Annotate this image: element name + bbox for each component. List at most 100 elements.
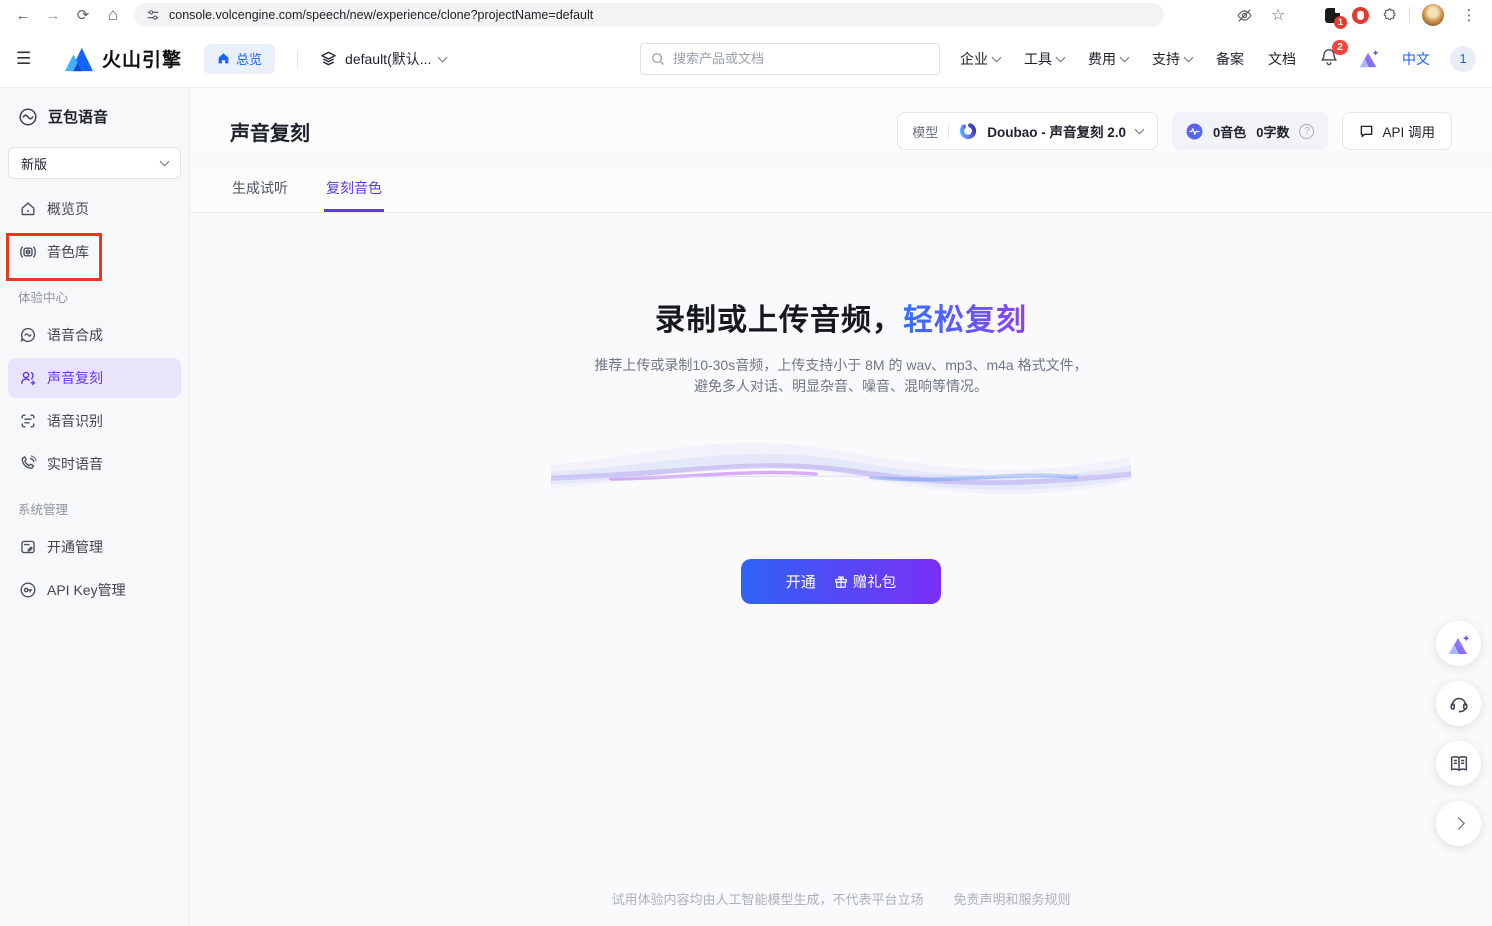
page-title: 声音复刻 — [230, 117, 310, 146]
search-input[interactable] — [673, 51, 929, 66]
product-title: 豆包语音 — [48, 106, 108, 127]
sidebar-item-voice-clone[interactable]: 声音复刻 — [8, 358, 181, 398]
quota-badge[interactable]: 0音色 0字数 ? — [1172, 112, 1328, 150]
headset-icon — [1448, 693, 1470, 715]
gift-icon — [834, 575, 848, 589]
project-name: default(默认... — [345, 49, 431, 69]
top-navigation: ☰ 火山引擎 总览 default(默认... — [0, 30, 1492, 88]
sidebar-item-api-key[interactable]: API Key管理 — [8, 570, 181, 610]
chevron-down-icon — [992, 52, 1002, 62]
api-call-button[interactable]: API 调用 — [1342, 112, 1452, 150]
chevron-down-icon — [1056, 52, 1066, 62]
main-content: 声音复刻 模型 Doubao - 声音 — [190, 88, 1492, 926]
asr-icon — [19, 412, 37, 430]
browser-back-icon[interactable]: ← — [10, 3, 36, 27]
hero-subtitle: 推荐上传或录制10-30s音频，上传支持小于 8M 的 wav、mp3、m4a … — [594, 355, 1087, 397]
tab-generate-preview[interactable]: 生成试听 — [230, 168, 290, 212]
sidebar-section-system: 系统管理 — [0, 487, 189, 524]
bookmark-star-icon[interactable]: ☆ — [1265, 3, 1291, 27]
sidebar-item-overview[interactable]: 概览页 — [8, 189, 181, 229]
site-settings-icon — [146, 8, 160, 22]
language-switch[interactable]: 中文 — [1402, 49, 1430, 69]
browser-menu-icon[interactable]: ⋮ — [1456, 3, 1482, 27]
sidebar-item-activation[interactable]: 开通管理 — [8, 527, 181, 567]
chevron-down-icon — [160, 157, 170, 167]
sidebar-item-realtime-voice[interactable]: 实时语音 — [8, 444, 181, 484]
address-bar[interactable]: console.volcengine.com/speech/new/experi… — [134, 3, 1164, 27]
api-key-icon — [19, 581, 37, 599]
footer-terms-link[interactable]: 免责声明和服务规则 — [954, 889, 1071, 908]
menu-tools[interactable]: 工具 — [1024, 49, 1064, 69]
chevron-down-icon — [1135, 125, 1145, 135]
tab-clone-voice[interactable]: 复刻音色 — [324, 168, 384, 212]
model-value: Doubao - 声音复刻 2.0 — [987, 121, 1126, 141]
hero-title-main: 录制或上传音频， — [655, 304, 903, 337]
extension-icon[interactable]: 1 — [1325, 8, 1340, 23]
home-icon — [19, 200, 37, 218]
quota-voices: 0音色 — [1213, 122, 1246, 141]
realtime-voice-icon — [19, 455, 37, 473]
volcengine-logo[interactable]: 火山引擎 — [64, 45, 182, 72]
menu-beian[interactable]: 备案 — [1216, 49, 1244, 69]
hero-title: 录制或上传音频，轻松复刻 — [655, 295, 1027, 339]
model-selector[interactable]: 模型 Doubao - 声音复刻 2.0 — [897, 112, 1158, 150]
version-select[interactable]: 新版 — [8, 147, 181, 179]
menu-billing[interactable]: 费用 — [1088, 49, 1128, 69]
floating-toolbar — [1436, 621, 1481, 846]
model-label: 模型 — [912, 122, 938, 141]
layers-icon — [320, 50, 337, 67]
ai-mountain-icon — [1447, 633, 1471, 655]
account-avatar[interactable]: 1 — [1450, 46, 1476, 72]
home-icon — [217, 52, 230, 65]
hide-eye-icon[interactable] — [1236, 7, 1253, 24]
menu-support[interactable]: 支持 — [1152, 49, 1192, 69]
search-box[interactable] — [640, 43, 940, 75]
overview-button[interactable]: 总览 — [204, 44, 275, 74]
open-book-icon — [1448, 753, 1470, 775]
tts-icon — [19, 326, 37, 344]
overview-label: 总览 — [236, 49, 262, 68]
voice-clone-icon — [19, 369, 37, 387]
menu-docs[interactable]: 文档 — [1268, 49, 1296, 69]
project-selector[interactable]: default(默认... — [320, 49, 446, 69]
help-icon[interactable]: ? — [1299, 124, 1314, 139]
sidebar: 豆包语音 新版 概览页 — [0, 88, 190, 926]
footer-disclaimer: 试用体验内容均由人工智能模型生成，不代表平台立场 — [611, 889, 923, 908]
voice-library-icon — [19, 243, 37, 261]
sidebar-item-voice-library[interactable]: 音色库 — [8, 232, 181, 272]
activate-button[interactable]: 开通 赠礼包 — [741, 559, 941, 604]
search-icon — [651, 52, 665, 66]
quota-pulse-icon — [1186, 123, 1203, 140]
sidebar-item-asr[interactable]: 语音识别 — [8, 401, 181, 441]
ai-assistant-button[interactable] — [1358, 49, 1380, 69]
float-collapse-button[interactable] — [1436, 801, 1481, 846]
float-support-button[interactable] — [1436, 681, 1481, 726]
quota-chars: 0字数 — [1256, 122, 1289, 141]
ai-mountain-icon — [1358, 49, 1380, 69]
hero-title-accent: 轻松复刻 — [903, 304, 1027, 337]
chevron-down-icon — [1120, 52, 1130, 62]
url-text: console.volcengine.com/speech/new/experi… — [169, 8, 593, 22]
tab-bar: 生成试听 复刻音色 — [190, 168, 1492, 213]
browser-reload-icon[interactable]: ⟳ — [70, 3, 96, 27]
menu-enterprise[interactable]: 企业 — [960, 49, 1000, 69]
chevron-down-icon — [438, 52, 448, 62]
activation-icon — [19, 538, 37, 556]
browser-profile-avatar[interactable] — [1422, 4, 1444, 26]
notification-badge: 2 — [1332, 40, 1348, 55]
activate-label: 开通 — [786, 571, 816, 592]
float-ai-assistant-button[interactable] — [1436, 621, 1481, 666]
api-chat-icon — [1359, 124, 1374, 139]
hamburger-menu-icon[interactable]: ☰ — [16, 49, 42, 69]
doubao-voice-icon — [18, 107, 38, 127]
notifications-button[interactable]: 2 — [1320, 47, 1338, 71]
product-header: 豆包语音 — [0, 90, 189, 141]
sidebar-item-tts[interactable]: 语音合成 — [8, 315, 181, 355]
float-docs-button[interactable] — [1436, 741, 1481, 786]
extensions-puzzle-icon[interactable] — [1381, 7, 1397, 23]
logo-text: 火山引擎 — [102, 45, 182, 72]
adblock-extension-icon[interactable] — [1352, 7, 1369, 24]
browser-home-icon[interactable]: ⌂ — [100, 3, 126, 27]
chevron-right-icon — [1452, 817, 1465, 830]
browser-forward-icon[interactable]: → — [40, 3, 66, 27]
